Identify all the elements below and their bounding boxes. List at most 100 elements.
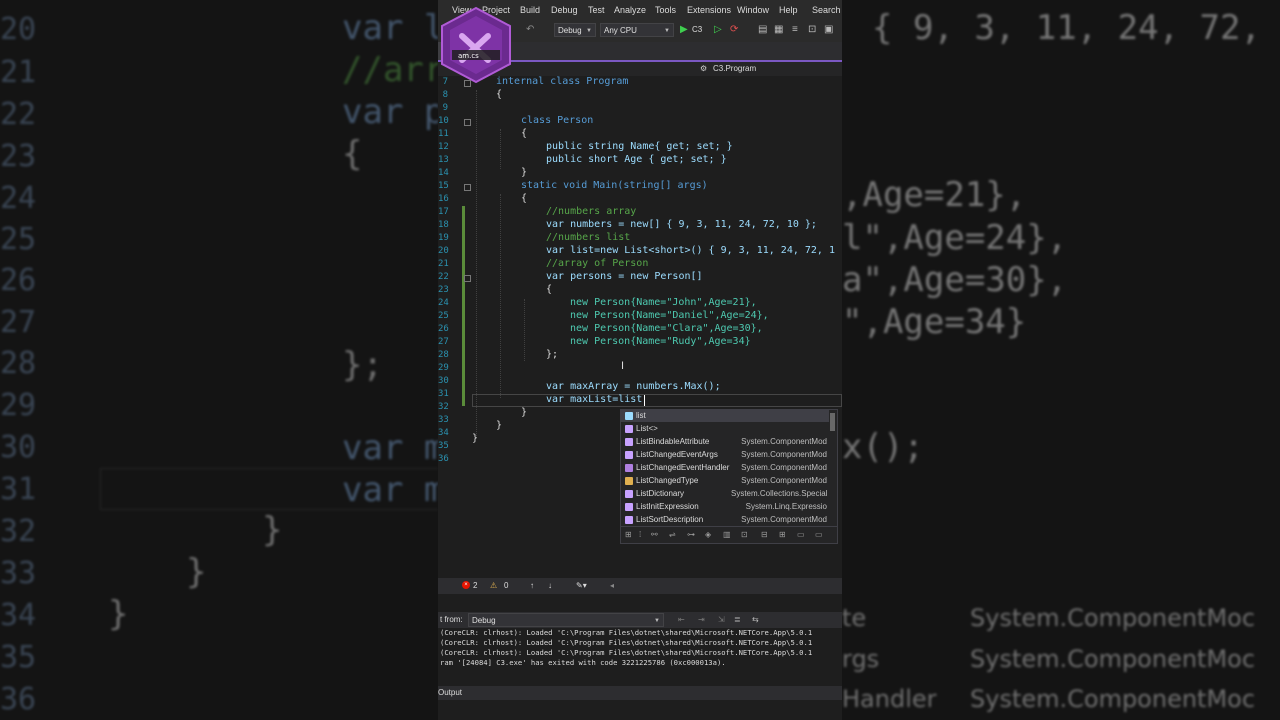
enum-icon: [625, 477, 633, 485]
bg-ns: System.ComponentMoc: [970, 604, 1256, 632]
output-line: (CoreCLR: clrhost): Loaded 'C:\Program F…: [440, 628, 813, 637]
menu-debug[interactable]: Debug: [551, 5, 578, 15]
menu-build[interactable]: Build: [520, 5, 540, 15]
output-source-dropdown[interactable]: Debug ▼: [468, 613, 664, 627]
undo-icon[interactable]: ↶: [526, 24, 534, 36]
menu-tools[interactable]: Tools: [655, 5, 676, 15]
text-caret: [644, 395, 645, 406]
bg-code: ",Age=34}: [842, 302, 1027, 342]
code-line: }: [496, 420, 503, 431]
filter-icon[interactable]: ▭: [797, 530, 805, 539]
output-toolbar-icon[interactable]: ⇥: [698, 615, 705, 624]
fold-toggle[interactable]: [464, 275, 471, 282]
error-count[interactable]: 2: [473, 581, 477, 590]
brush-icon[interactable]: ✎▾: [576, 581, 587, 590]
separator: ⁞: [639, 530, 642, 539]
search-box[interactable]: Search (: [812, 5, 842, 15]
filter-icon[interactable]: ⊟: [761, 530, 768, 539]
filter-icon[interactable]: ⊡: [741, 530, 748, 539]
down-arrow-icon[interactable]: ↓: [548, 581, 552, 590]
clear-all-icon[interactable]: ≣: [734, 615, 741, 624]
menu-extensions[interactable]: Extensions: [687, 5, 731, 15]
line-number: 29: [438, 363, 449, 373]
filter-icon[interactable]: ⊶: [687, 530, 695, 539]
output-toolbar-icon[interactable]: ⇲: [718, 615, 725, 624]
completion-item[interactable]: ListSortDescription System.ComponentMod: [621, 514, 829, 526]
code-line: new Person{Name="John",Age=21},: [570, 297, 757, 308]
line-number: 30: [438, 376, 449, 386]
output-toolbar-icon[interactable]: ⇤: [678, 615, 685, 624]
visual-studio-logo: am.cs: [441, 6, 511, 84]
line-number: 10: [438, 116, 449, 126]
local-variable-icon: [625, 412, 633, 420]
completion-scrollbar[interactable]: [830, 413, 835, 431]
warning-count[interactable]: 0: [504, 581, 508, 590]
scroll-left-icon[interactable]: ◂: [610, 581, 614, 590]
line-number: 32: [438, 402, 449, 412]
up-arrow-icon[interactable]: ↑: [530, 581, 534, 590]
filter-icon[interactable]: ◈: [705, 530, 711, 539]
toolbar-icon[interactable]: ⊡: [808, 24, 816, 36]
member-dropdown[interactable]: C3.Program: [713, 64, 756, 73]
completion-item[interactable]: List<>: [621, 423, 829, 435]
code-line: new Person{Name="Rudy",Age=34}: [570, 336, 751, 347]
fold-toggle[interactable]: [464, 184, 471, 191]
completion-item[interactable]: ListChangedEventArgs System.ComponentMod: [621, 449, 829, 461]
completion-item[interactable]: list: [621, 410, 829, 422]
bg-line-number: 34: [0, 598, 37, 633]
filter-icon[interactable]: ⇌: [669, 530, 676, 539]
completion-list[interactable]: list List<> ListBindableAttribute System…: [620, 409, 838, 544]
toolbar-icon[interactable]: ▤: [758, 24, 767, 36]
completion-item[interactable]: ListDictionary System.Collections.Specia…: [621, 488, 829, 500]
bg-code: { 9, 3, 11, 24, 72, 1: [872, 8, 1280, 48]
change-marker: [462, 206, 465, 406]
line-number: 12: [438, 142, 449, 152]
code-line: var numbers = new[] { 9, 3, 11, 24, 72, …: [546, 219, 817, 230]
bg-line-number: 21: [0, 55, 37, 90]
filter-icon[interactable]: ⊞: [625, 530, 632, 539]
fold-toggle[interactable]: [464, 119, 471, 126]
bottom-strip: [438, 700, 842, 720]
bg-line-number: 27: [0, 305, 37, 340]
hot-reload-icon[interactable]: ⟳: [730, 24, 738, 36]
menu-window[interactable]: Window: [737, 5, 769, 15]
menu-help[interactable]: Help: [779, 5, 798, 15]
line-number: 13: [438, 155, 449, 165]
line-number: 27: [438, 337, 449, 347]
output-pane[interactable]: (CoreCLR: clrhost): Loaded 'C:\Program F…: [438, 628, 842, 684]
filter-icon[interactable]: ▭: [815, 530, 823, 539]
completion-item[interactable]: ListChangedEventHandler System.Component…: [621, 462, 829, 474]
line-number: 31: [438, 389, 449, 399]
code-comment: //numbers array: [546, 206, 637, 217]
completion-item[interactable]: ListChangedType System.ComponentMod: [621, 475, 829, 487]
filter-icon[interactable]: ▥: [723, 530, 731, 539]
tab-output[interactable]: Output: [438, 688, 462, 697]
menu-test[interactable]: Test: [588, 5, 605, 15]
play-icon[interactable]: ▶: [680, 24, 688, 36]
warning-icon: ⚠: [490, 581, 498, 590]
code-line: {: [496, 89, 503, 100]
line-number: 35: [438, 441, 449, 451]
bg-line-number: 36: [0, 682, 37, 717]
completion-filter-bar: ⊞ ⁞ ⚯ ⇌ ⊶ ◈ ▥ ⊡ ⊟ ⊞ ▭ ▭: [621, 526, 837, 543]
word-wrap-icon[interactable]: ⇆: [752, 615, 759, 624]
line-number: 25: [438, 311, 449, 321]
bg-line-number: 20: [0, 12, 37, 47]
indent-guide: [500, 194, 501, 398]
menu-analyze[interactable]: Analyze: [614, 5, 646, 15]
toolbar-icon[interactable]: ▣: [824, 24, 833, 36]
platform-dropdown[interactable]: Any CPU ▼: [600, 23, 674, 37]
completion-item[interactable]: ListInitExpression System.Linq.Expressio: [621, 501, 829, 513]
code-line: new Person{Name="Clara",Age=30},: [570, 323, 763, 334]
toolbar-icon[interactable]: ≡: [792, 24, 798, 36]
run-target[interactable]: C3: [692, 24, 702, 36]
line-number: 11: [438, 129, 449, 139]
code-line: internal class Program: [496, 76, 629, 87]
completion-item[interactable]: ListBindableAttribute System.ComponentMo…: [621, 436, 829, 448]
filter-icon[interactable]: ⊞: [779, 530, 786, 539]
toolbar-icon[interactable]: ▦: [774, 24, 783, 36]
config-dropdown[interactable]: Debug ▼: [554, 23, 596, 37]
filter-icon[interactable]: ⚯: [651, 530, 658, 539]
code-comment: //numbers list: [546, 232, 631, 243]
start-without-debug-icon[interactable]: ▷: [714, 24, 722, 36]
